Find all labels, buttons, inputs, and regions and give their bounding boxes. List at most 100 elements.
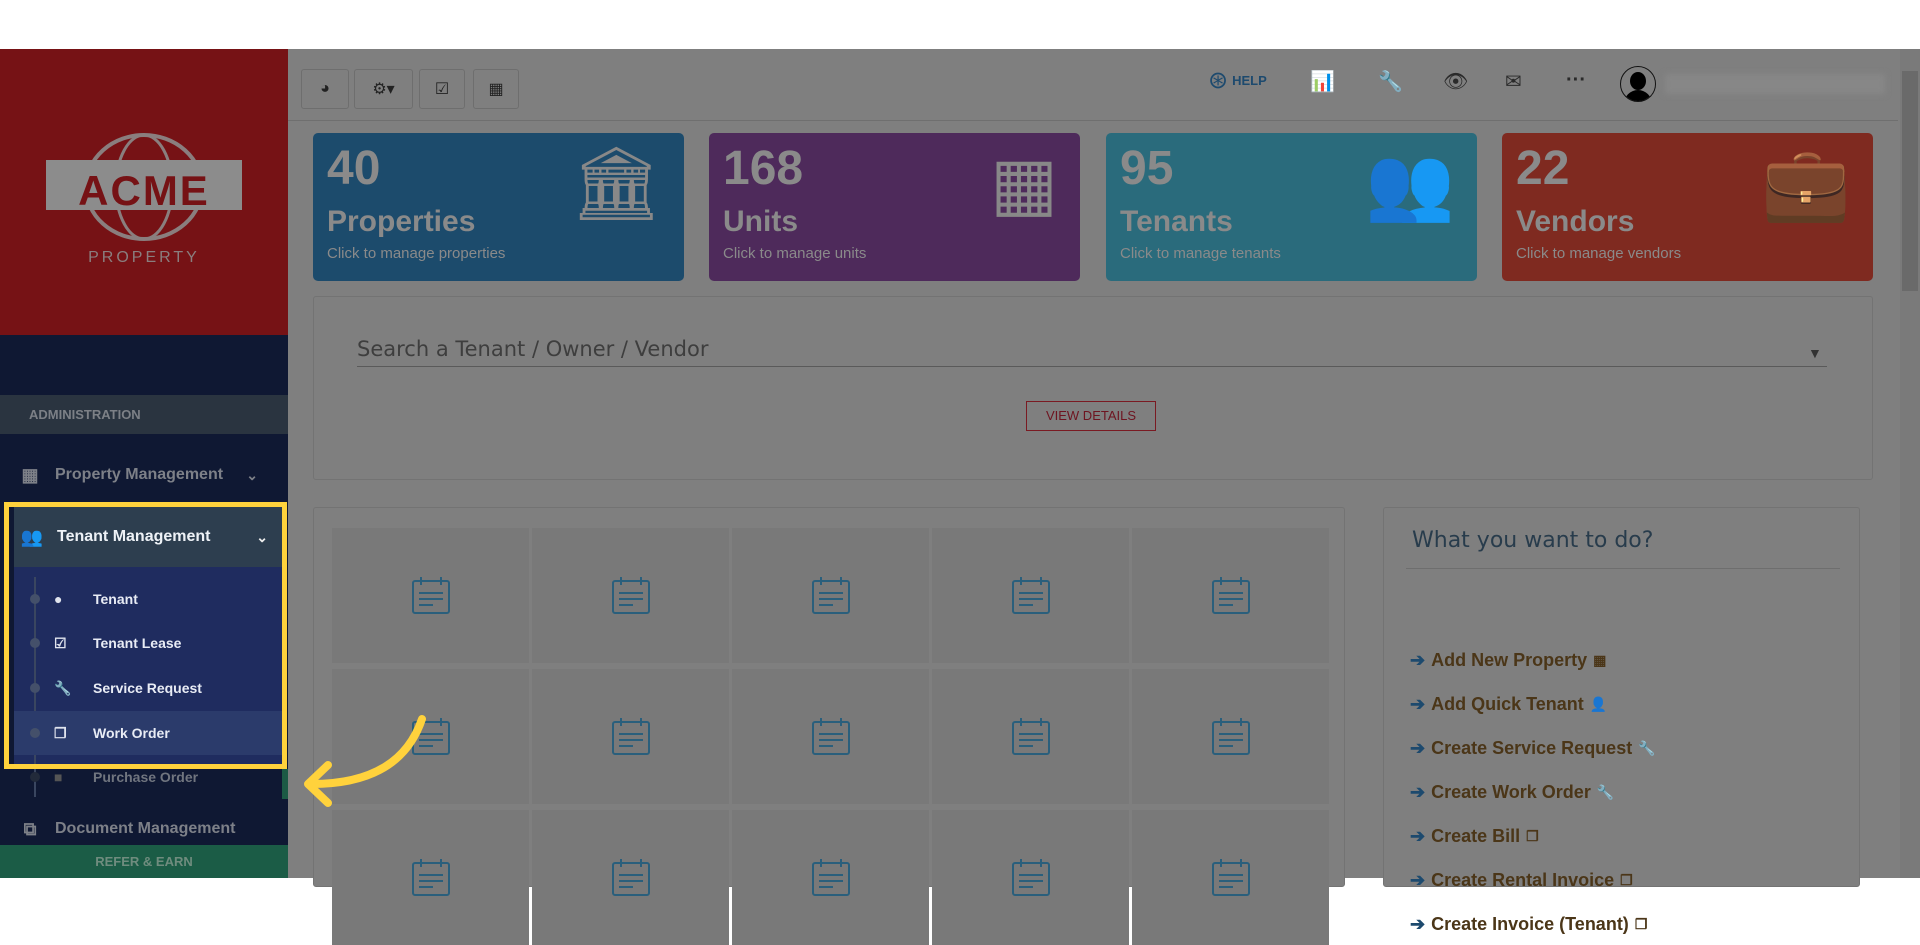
nav-label: Document Management: [55, 820, 236, 837]
card-tenants[interactable]: 95 Tenants Click to manage tenants 👥: [1106, 133, 1477, 281]
quick-action-link[interactable]: ➔ Create Rental Invoice ❐: [1410, 870, 1633, 891]
building-icon: ▦: [989, 144, 1058, 224]
lifebuoy-icon: ⊛: [1208, 67, 1229, 94]
reports-icon[interactable]: 📊: [1310, 69, 1335, 94]
quick-action-link[interactable]: ➔ Create Invoice (Tenant) ❐: [1410, 914, 1647, 935]
shortcut-tile[interactable]: [1132, 528, 1329, 663]
arrow-right-icon: ➔: [1410, 738, 1426, 758]
search-panel: Search a Tenant / Owner / Vendor ▼ VIEW …: [313, 296, 1873, 480]
mail-icon[interactable]: ✉: [1505, 69, 1522, 94]
card-properties[interactable]: 40 Properties Click to manage properties 🏛: [313, 133, 684, 281]
shortcut-tile[interactable]: [532, 669, 729, 804]
action-icon: ❐: [1634, 916, 1648, 932]
building-icon: ▦: [21, 464, 39, 485]
calendar-note-icon: [811, 717, 850, 755]
quick-action-link[interactable]: ➔ Add Quick Tenant 👤: [1410, 694, 1607, 715]
card-vendors[interactable]: 22 Vendors Click to manage vendors 💼: [1502, 133, 1873, 281]
shortcut-tile[interactable]: [732, 528, 929, 663]
quick-actions-panel: What you want to do? ➔ Add New Property ▦ ➔…: [1383, 507, 1860, 934]
calendar-note-icon: [1011, 576, 1050, 614]
bank-icon: 🏛: [570, 144, 662, 224]
search-input[interactable]: Search a Tenant / Owner / Vendor: [357, 337, 1827, 367]
quick-action-link[interactable]: ➔ Create Work Order 🔧: [1410, 782, 1614, 803]
help-label: HELP: [1232, 73, 1267, 88]
briefcase-icon: 💼: [1761, 144, 1851, 224]
logo-sub: PROPERTY: [88, 249, 200, 266]
gear-icon: ⚙▾: [372, 81, 395, 98]
chevron-down-icon: ⌄: [246, 466, 258, 483]
card-subtitle: Click to manage units: [723, 245, 867, 262]
arrow-right-icon: ➔: [1410, 782, 1426, 802]
settings-button[interactable]: ⚙▾: [354, 69, 413, 109]
nav-label: Property Management: [55, 466, 224, 483]
action-icon: ▦: [1593, 652, 1607, 668]
dropdown-caret-icon[interactable]: ▼: [1808, 345, 1822, 361]
quick-action-label: Create Work Order: [1431, 782, 1591, 802]
logo[interactable]: ACME PROPERTY: [0, 49, 288, 335]
shortcut-tile[interactable]: [932, 528, 1129, 663]
quick-action-label: Add Quick Tenant: [1431, 694, 1584, 714]
avatar[interactable]: [1620, 66, 1656, 102]
shortcut-tile[interactable]: [1132, 669, 1329, 804]
calculator-button[interactable]: ▦: [473, 69, 519, 109]
more-icon[interactable]: ···: [1566, 69, 1586, 92]
scrollbar[interactable]: [1900, 49, 1920, 878]
shortcut-tile[interactable]: [932, 669, 1129, 804]
action-icon: 🔧: [1638, 740, 1656, 756]
calculator-icon: ▦: [488, 81, 504, 98]
app: ACME PROPERTY ADMINISTRATION ▦ Property …: [0, 49, 1920, 945]
calendar-check-icon: ☑: [434, 81, 450, 98]
card-subtitle: Click to manage properties: [327, 245, 506, 262]
quick-action-link[interactable]: ➔ Create Bill ❐: [1410, 826, 1539, 847]
arrow-right-icon: ➔: [1410, 870, 1426, 890]
quick-action-label: Create Invoice (Tenant): [1431, 914, 1629, 934]
sidebar-item-property-management[interactable]: ▦ Property Management ⌄: [0, 451, 288, 499]
calendar-note-icon: [611, 576, 650, 614]
view-details-button[interactable]: VIEW DETAILS: [1026, 401, 1156, 431]
wrench-icon[interactable]: 🔧: [1378, 69, 1403, 94]
calendar-note-icon: [1011, 717, 1050, 755]
quick-action-link[interactable]: ➔ Add New Property ▦: [1410, 650, 1606, 671]
dashboard-icon: ◕: [320, 80, 330, 97]
truck-icon: ■: [54, 769, 63, 785]
arrow-right-icon: ➔: [1410, 650, 1426, 670]
action-icon: 🔧: [1596, 784, 1615, 800]
refer-earn-button[interactable]: REFER & EARN: [0, 845, 288, 878]
action-icon: 👤: [1589, 696, 1608, 712]
shortcut-grid-panel: [313, 507, 1345, 945]
card-units[interactable]: 168 Units Click to manage units ▦: [709, 133, 1080, 281]
help-button[interactable]: ⊛ HELP: [1208, 66, 1267, 95]
quick-action-label: Create Rental Invoice: [1431, 870, 1615, 890]
calendar-note-icon: [411, 576, 450, 614]
arrow-right-icon: ➔: [1410, 914, 1426, 934]
card-subtitle: Click to manage tenants: [1120, 245, 1281, 262]
action-icon: ❐: [1620, 872, 1633, 888]
calendar-note-icon: [611, 717, 650, 755]
quick-action-link[interactable]: ➔ Create Service Request 🔧: [1410, 738, 1656, 759]
quick-action-label: Create Service Request: [1431, 738, 1633, 758]
eye-icon[interactable]: 👁: [1443, 69, 1468, 94]
arrow-right-icon: ➔: [1410, 694, 1426, 714]
action-icon: ❐: [1526, 828, 1539, 844]
shortcut-tile[interactable]: [732, 669, 929, 804]
quick-actions-title: What you want to do?: [1412, 528, 1654, 553]
logo-brand: ACME: [78, 167, 210, 214]
sub-label: Purchase Order: [93, 769, 199, 785]
users-icon: 👥: [1365, 144, 1455, 224]
card-subtitle: Click to manage vendors: [1516, 245, 1682, 262]
documents-icon: ⧉: [23, 818, 37, 839]
shortcut-tile[interactable]: [532, 528, 729, 663]
shortcut-tile[interactable]: [332, 528, 529, 663]
calendar-note-icon: [1211, 717, 1250, 755]
arrow-right-icon: ➔: [1410, 826, 1426, 846]
highlight-box: [4, 502, 287, 769]
quick-action-label: Create Bill: [1431, 826, 1521, 846]
calendar-note-icon: [811, 576, 850, 614]
calendar-button[interactable]: ☑: [419, 69, 465, 109]
section-administration: ADMINISTRATION: [0, 395, 288, 434]
user-name-blurred: [1665, 74, 1885, 94]
quick-action-label: Add New Property: [1431, 650, 1588, 670]
pointer-arrow: [304, 715, 426, 807]
calendar-note-icon: [1211, 576, 1250, 614]
dashboard-button[interactable]: ◕: [301, 69, 349, 109]
